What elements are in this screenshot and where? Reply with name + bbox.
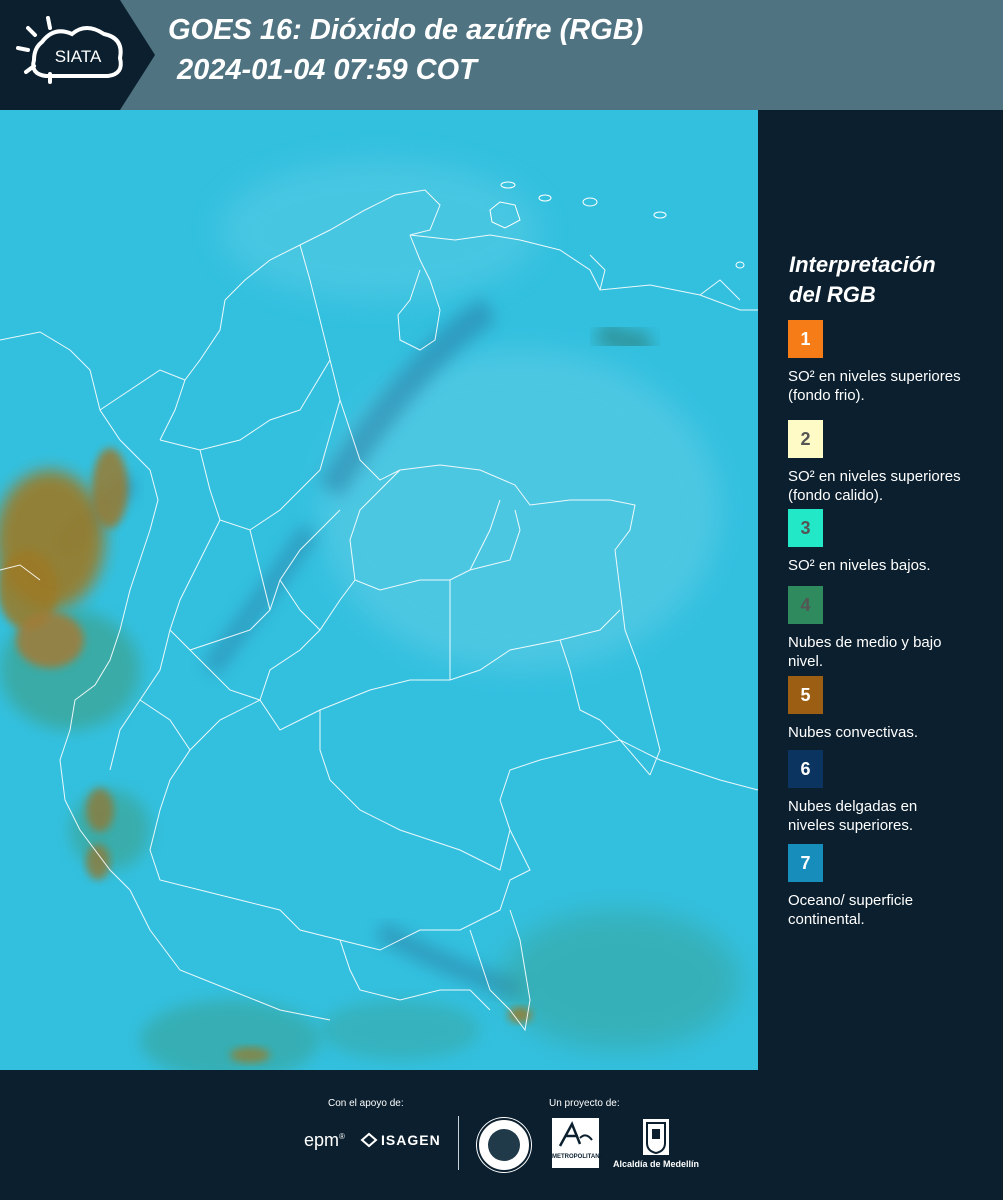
legend-item-4: 4 Nubes de medio y bajo nivel. (788, 586, 988, 671)
footer-divider (458, 1116, 459, 1170)
area-metropolitana-text: METROPOLITANA (552, 1154, 604, 1160)
satellite-map (0, 110, 758, 1070)
legend-item-6: 6 Nubes delgadas en niveles superiores. (788, 750, 988, 835)
area-metropolitana-logo (552, 1118, 599, 1168)
siata-logo-block: SIATA (0, 0, 155, 110)
legend-item-1: 1 SO² en niveles superiores (fondo frio). (788, 320, 988, 405)
project-label: Un proyecto de: (549, 1098, 620, 1109)
legend-swatch: 7 (788, 844, 823, 882)
legend-text: SO² en niveles superiores (fondo calido)… (788, 468, 961, 504)
legend-swatch: 2 (788, 420, 823, 458)
area-mark-icon (558, 1121, 593, 1147)
legend-swatch: 3 (788, 509, 823, 547)
siata-logo-icon: SIATA (16, 16, 123, 84)
legend-title: Interpretación del RGB (789, 250, 989, 310)
legend-text: SO² en niveles bajos. (788, 557, 931, 574)
satellite-image (0, 110, 758, 1070)
medellin-seal-icon (477, 1118, 531, 1172)
legend-text: SO² en niveles superiores (fondo frio). (788, 368, 961, 404)
legend-text: Oceano/ superficie continental. (788, 892, 914, 928)
legend-swatch: 1 (788, 320, 823, 358)
page-timestamp: 2024-01-04 07:59 COT (177, 54, 477, 86)
legend-text: Nubes delgadas en niveles superiores. (788, 798, 918, 834)
svg-text:SIATA: SIATA (55, 47, 102, 66)
legend-panel: Interpretación del RGB 1 SO² en niveles s… (760, 110, 1003, 1070)
header-bar: SIATA GOES 16: Dióxido de azúfre (RGB) 2… (0, 0, 1003, 110)
support-label: Con el apoyo de: (328, 1098, 404, 1109)
alcaldia-text: Alcaldía de Medellín (613, 1159, 700, 1169)
legend-text: Nubes convectivas. (788, 724, 919, 741)
legend-title-line2: del RGB (789, 282, 876, 307)
legend-item-3: 3 SO² en niveles bajos. (788, 509, 988, 575)
legend-title-line1: Interpretación (789, 252, 936, 277)
isagen-mark-icon (360, 1132, 378, 1148)
epm-logo-text: epm (304, 1130, 340, 1150)
footer-bar: Con el apoyo de: Un proyecto de: epm® IS… (0, 1070, 1003, 1200)
legend-swatch: 4 (788, 586, 823, 624)
legend-item-7: 7 Oceano/ superficie continental. (788, 844, 988, 929)
legend-swatch: 5 (788, 676, 823, 714)
alcaldia-shield-icon (643, 1119, 669, 1155)
legend-swatch: 6 (788, 750, 823, 788)
legend-text: Nubes de medio y bajo nivel. (788, 634, 942, 670)
page-title: GOES 16: Dióxido de azúfre (RGB) (168, 14, 644, 46)
isagen-logo-text: ISAGEN (381, 1132, 441, 1148)
isagen-logo: ISAGEN (360, 1132, 441, 1148)
legend-item-2: 2 SO² en niveles superiores (fondo calido… (788, 420, 988, 505)
epm-logo: epm® (304, 1130, 345, 1150)
legend-item-5: 5 Nubes convectivas. (788, 676, 988, 742)
